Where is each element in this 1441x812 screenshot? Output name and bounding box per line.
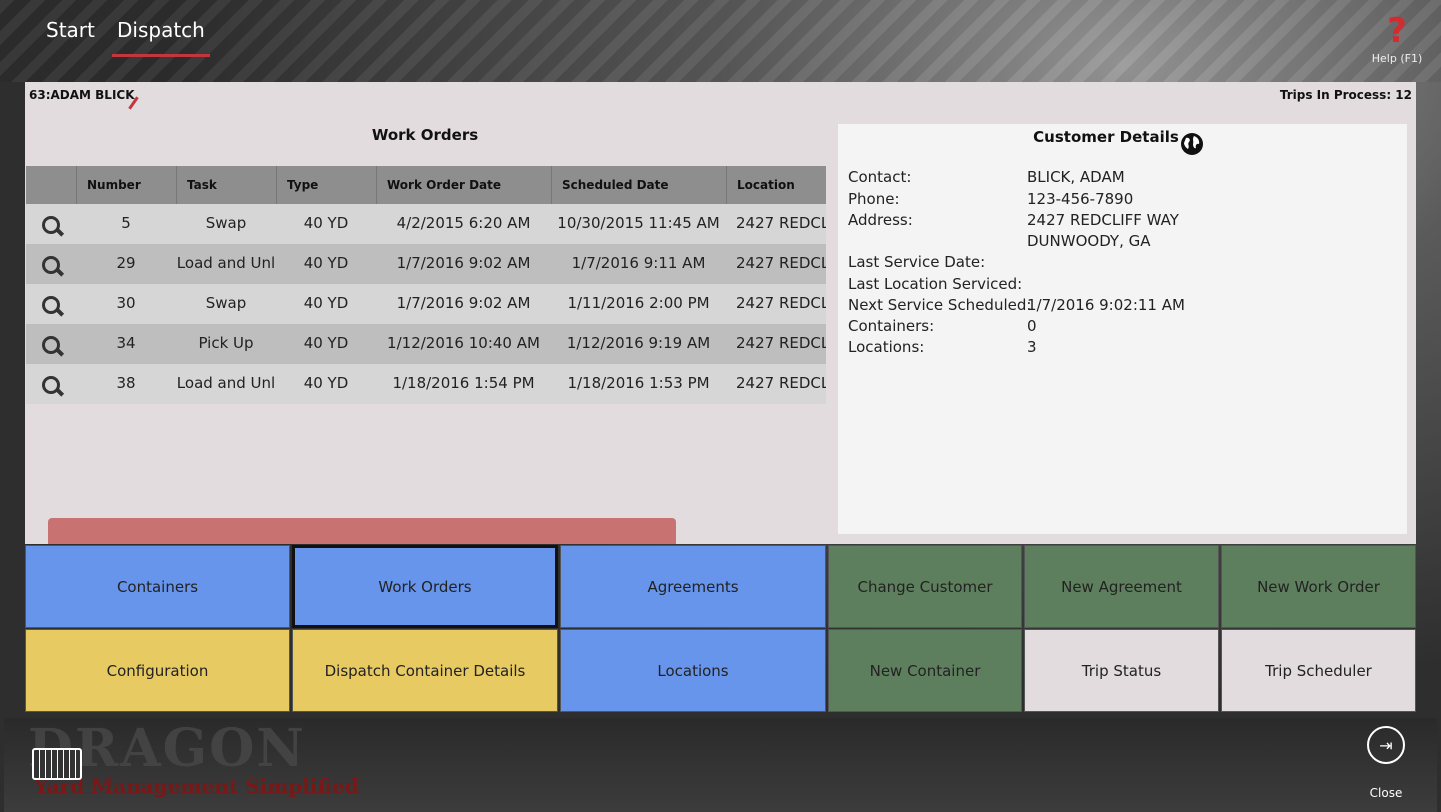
help-icon: ? bbox=[1387, 11, 1407, 51]
logo-tagline: Yard Management Simplified bbox=[34, 774, 359, 798]
address-line1: 2427 REDCLIFF WAY bbox=[1027, 211, 1179, 229]
keyboard-icon[interactable] bbox=[32, 748, 82, 780]
grid-header: Number Task Type Work Order Date Schedul… bbox=[26, 166, 826, 204]
cell-task: Swap bbox=[205, 214, 247, 232]
top-navigation: Start Dispatch ? Help (F1) bbox=[0, 0, 1441, 80]
cell-task: Load and Unl bbox=[176, 254, 276, 272]
magnifier-icon[interactable] bbox=[42, 376, 65, 397]
next-service-value: 1/7/2016 9:02:11 AM bbox=[1027, 296, 1185, 314]
phone-value: 123-456-7890 bbox=[1027, 190, 1134, 208]
tab-dispatch[interactable]: Dispatch bbox=[112, 18, 210, 57]
cell-work-order-date: 4/2/2015 6:20 AM bbox=[396, 214, 531, 232]
horizontal-scrollbar[interactable] bbox=[48, 518, 676, 544]
cell-scheduled-date: 10/30/2015 11:45 AM bbox=[557, 214, 720, 232]
agent-name: 63:ADAM BLICK bbox=[29, 88, 135, 102]
cell-work-order-date: 1/18/2016 1:54 PM bbox=[392, 374, 535, 392]
work-orders-title: Work Orders bbox=[371, 126, 479, 144]
trip-scheduler-button[interactable]: Trip Scheduler bbox=[1221, 629, 1416, 712]
column-header-location[interactable]: Location bbox=[726, 166, 826, 204]
magnifier-icon[interactable] bbox=[42, 336, 65, 357]
close-button[interactable]: ⇥ Close bbox=[1361, 726, 1411, 800]
locations-label: Locations: bbox=[848, 338, 925, 356]
cell-type: 40 YD bbox=[303, 214, 349, 232]
trip-status-button[interactable]: Trip Status bbox=[1024, 629, 1219, 712]
containers-label: Containers: bbox=[848, 317, 935, 335]
magnifier-icon[interactable] bbox=[42, 256, 65, 277]
cell-scheduled-date: 1/11/2016 2:00 PM bbox=[567, 294, 710, 312]
close-label: Close bbox=[1369, 786, 1403, 800]
address-label: Address: bbox=[848, 211, 913, 229]
cell-work-order-date: 1/12/2016 10:40 AM bbox=[387, 334, 540, 352]
column-header-type[interactable]: Type bbox=[276, 166, 376, 204]
contact-label: Contact: bbox=[848, 168, 912, 186]
change-customer-button[interactable]: Change Customer bbox=[828, 545, 1022, 628]
cell-work-order-date: 1/7/2016 9:02 AM bbox=[396, 254, 531, 272]
table-row[interactable]: 5 Swap 40 YD 4/2/2015 6:20 AM 10/30/2015… bbox=[26, 204, 826, 244]
cell-type: 40 YD bbox=[303, 254, 349, 272]
table-row[interactable]: 30 Swap 40 YD 1/7/2016 9:02 AM 1/11/2016… bbox=[26, 284, 826, 324]
next-service-label: Next Service Scheduled: bbox=[848, 296, 1032, 314]
cell-scheduled-date: 1/12/2016 9:19 AM bbox=[566, 334, 711, 352]
column-header-task[interactable]: Task bbox=[176, 166, 276, 204]
dispatch-container-details-button[interactable]: Dispatch Container Details bbox=[292, 629, 558, 712]
table-row[interactable]: 38 Load and Unl 40 YD 1/18/2016 1:54 PM … bbox=[26, 364, 826, 404]
new-work-order-button[interactable]: New Work Order bbox=[1221, 545, 1416, 628]
table-row[interactable]: 34 Pick Up 40 YD 1/12/2016 10:40 AM 1/12… bbox=[26, 324, 826, 364]
table-row[interactable]: 29 Load and Unl 40 YD 1/7/2016 9:02 AM 1… bbox=[26, 244, 826, 284]
column-header-view bbox=[26, 166, 76, 204]
help-label: Help (F1) bbox=[1371, 52, 1423, 65]
customer-details-panel: Customer Details Contact: BLICK, ADAM Ph… bbox=[838, 124, 1407, 534]
locations-value: 3 bbox=[1027, 338, 1037, 356]
help-button[interactable]: ? Help (F1) bbox=[1365, 14, 1429, 65]
containers-value: 0 bbox=[1027, 317, 1037, 335]
cell-type: 40 YD bbox=[303, 294, 349, 312]
cell-task: Swap bbox=[205, 294, 247, 312]
cell-scheduled-date: 1/7/2016 9:11 AM bbox=[571, 254, 706, 272]
column-header-scheduled-date[interactable]: Scheduled Date bbox=[551, 166, 726, 204]
new-agreement-button[interactable]: New Agreement bbox=[1024, 545, 1219, 628]
cell-location: 2427 REDCLI bbox=[736, 214, 826, 232]
locations-button[interactable]: Locations bbox=[560, 629, 826, 712]
magnifier-icon[interactable] bbox=[42, 216, 65, 237]
new-container-button[interactable]: New Container bbox=[828, 629, 1022, 712]
cell-number: 5 bbox=[121, 214, 131, 232]
cell-number: 34 bbox=[116, 334, 136, 352]
work-orders-button[interactable]: Work Orders bbox=[292, 545, 558, 628]
cell-task: Pick Up bbox=[198, 334, 254, 352]
cell-location: 2427 REDCLI bbox=[736, 334, 826, 352]
cell-number: 30 bbox=[116, 294, 136, 312]
last-location-label: Last Location Serviced: bbox=[848, 275, 1023, 293]
phone-label: Phone: bbox=[848, 190, 900, 208]
work-orders-grid: Number Task Type Work Order Date Schedul… bbox=[26, 166, 826, 404]
cell-number: 38 bbox=[116, 374, 136, 392]
main-panel: 63:ADAM BLICK Trips In Process: 12 Work … bbox=[25, 82, 1416, 544]
last-service-label: Last Service Date: bbox=[848, 253, 986, 271]
configuration-button[interactable]: Configuration bbox=[25, 629, 290, 712]
cell-type: 40 YD bbox=[303, 374, 349, 392]
cell-location: 2427 REDCLI bbox=[736, 254, 826, 272]
cell-location: 2427 REDCLI bbox=[736, 294, 826, 312]
address-line2: DUNWOODY, GA bbox=[1027, 232, 1151, 250]
trips-in-process: Trips In Process: 12 bbox=[1279, 88, 1412, 102]
cell-location: 2427 REDCLI bbox=[736, 374, 826, 392]
cell-type: 40 YD bbox=[303, 334, 349, 352]
cell-work-order-date: 1/7/2016 9:02 AM bbox=[396, 294, 531, 312]
contact-value: BLICK, ADAM bbox=[1027, 168, 1125, 186]
cell-task: Load and Unl bbox=[176, 374, 276, 392]
close-icon: ⇥ bbox=[1367, 726, 1405, 764]
column-header-work-order-date[interactable]: Work Order Date bbox=[376, 166, 551, 204]
magnifier-icon[interactable] bbox=[42, 296, 65, 317]
tab-start[interactable]: Start bbox=[46, 18, 95, 42]
containers-button[interactable]: Containers bbox=[25, 545, 290, 628]
globe-icon[interactable] bbox=[1180, 132, 1204, 156]
customer-details-title: Customer Details bbox=[1033, 128, 1179, 146]
agreements-button[interactable]: Agreements bbox=[560, 545, 826, 628]
cell-number: 29 bbox=[116, 254, 136, 272]
cell-scheduled-date: 1/18/2016 1:53 PM bbox=[567, 374, 710, 392]
column-header-number[interactable]: Number bbox=[76, 166, 176, 204]
bottom-bar: DRAGON Yard Management Simplified ⇥ Clos… bbox=[4, 718, 1437, 812]
